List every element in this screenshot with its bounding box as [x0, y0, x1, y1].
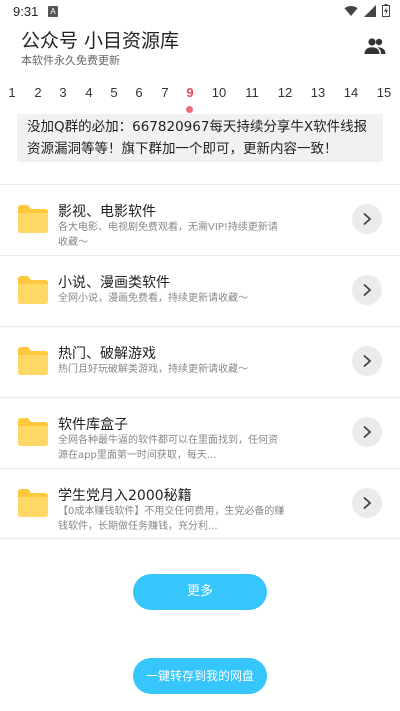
notice-line-2: 资源漏洞等等！旗下群加一个即可，更新内容一致！	[27, 141, 338, 157]
tab-item-10[interactable]: 10	[208, 85, 230, 100]
tab-item-3[interactable]: 3	[52, 85, 74, 100]
folder-icon	[18, 418, 48, 446]
folder-icon	[18, 489, 48, 517]
list-item[interactable]: 热门、破解游戏 热门且好玩破解类游戏，持续更新请收藏～	[0, 326, 400, 397]
list-item[interactable]: 学生党月入2000秘籍 【0成本赚钱软件】不用交任何费用，生党必备的赚钱软件，长…	[0, 468, 400, 539]
chevron-right-icon	[363, 212, 372, 226]
status-time: 9:31	[13, 4, 39, 19]
tab-item-1[interactable]: 1	[1, 85, 23, 100]
app-subtitle: 本软件永久免费更新	[21, 54, 120, 67]
tab-item-15[interactable]: 15	[373, 85, 395, 100]
notice-line-1: 没加Q群的必加：667820967每天持续分享牛X软件线报	[27, 119, 368, 135]
chevron-right-button[interactable]	[352, 346, 382, 376]
folder-icon	[18, 276, 48, 304]
list-item-desc: 热门且好玩破解类游戏，持续更新请收藏～	[58, 364, 248, 375]
more-button[interactable]: 更多	[133, 574, 267, 610]
chevron-right-button[interactable]	[352, 488, 382, 518]
chevron-right-button[interactable]	[352, 204, 382, 234]
chevron-right-icon	[363, 354, 372, 368]
app-title: 公众号 小目资源库	[21, 30, 180, 52]
list-item-desc: 全网小说，漫画免费看，持续更新请收藏～	[58, 293, 248, 304]
group-icon[interactable]	[364, 37, 386, 55]
notice-banner: 没加Q群的必加：667820967每天持续分享牛X软件线报 资源漏洞等等！旗下群…	[17, 114, 383, 162]
list-item[interactable]: 影视、电影软件 各大电影、电视剧免费观看，无需VIP!持续更新请收藏～	[0, 184, 400, 255]
wifi-icon	[344, 5, 358, 16]
chevron-right-icon	[363, 283, 372, 297]
tab-item-2[interactable]: 2	[27, 85, 49, 100]
list-item-title: 学生党月入2000秘籍	[58, 488, 192, 504]
list-item[interactable]: 软件库盒子 全网各种最牛逼的软件都可以在里面找到，任何资源在app里面第一时间获…	[0, 397, 400, 468]
save-to-netdisk-button[interactable]: 一键转存到我的网盘	[133, 658, 267, 694]
tab-item-4[interactable]: 4	[78, 85, 100, 100]
list-item-title: 热门、破解游戏	[58, 346, 156, 362]
tab-item-6[interactable]: 6	[128, 85, 150, 100]
chevron-right-button[interactable]	[352, 417, 382, 447]
chevron-right-icon	[363, 425, 372, 439]
list-item[interactable]: 小说、漫画类软件 全网小说，漫画免费看，持续更新请收藏～	[0, 255, 400, 326]
chevron-right-button[interactable]	[352, 275, 382, 305]
notice-text: 没加Q群的必加：667820967每天持续分享牛X软件线报 资源漏洞等等！旗下群…	[27, 116, 383, 160]
tab-item-9-active[interactable]: 9	[179, 85, 201, 100]
category-list: 影视、电影软件 各大电影、电视剧免费观看，无需VIP!持续更新请收藏～ 小说、漫…	[0, 184, 400, 539]
battery-icon	[382, 4, 390, 17]
active-tab-indicator	[186, 106, 193, 113]
signal-icon	[364, 4, 376, 17]
status-icons	[344, 4, 390, 17]
tab-item-7[interactable]: 7	[154, 85, 176, 100]
list-item-desc: 【0成本赚钱软件】不用交任何费用，生党必备的赚钱软件，长期做任务赚钱，充分利..…	[58, 506, 285, 532]
list-item-title: 软件库盒子	[58, 417, 128, 433]
tab-item-14[interactable]: 14	[340, 85, 362, 100]
list-item-title: 小说、漫画类软件	[58, 275, 170, 291]
folder-icon	[18, 347, 48, 375]
status-bar: 9:31 A	[0, 0, 400, 24]
tab-item-11[interactable]: 11	[241, 85, 263, 100]
tab-item-5[interactable]: 5	[103, 85, 125, 100]
list-item-desc: 全网各种最牛逼的软件都可以在里面找到，任何资源在app里面第一时间获取，每天..…	[58, 435, 278, 461]
list-item-desc: 各大电影、电视剧免费观看，无需VIP!持续更新请收藏～	[58, 222, 278, 248]
notification-icon: A	[48, 6, 58, 17]
tab-item-12[interactable]: 12	[274, 85, 296, 100]
tab-item-13[interactable]: 13	[307, 85, 329, 100]
number-tabs: 1 2 3 4 5 6 7 9 10 11 12 13 14 15	[0, 85, 400, 115]
list-item-title: 影视、电影软件	[58, 204, 156, 220]
folder-icon	[18, 205, 48, 233]
chevron-right-icon	[363, 496, 372, 510]
